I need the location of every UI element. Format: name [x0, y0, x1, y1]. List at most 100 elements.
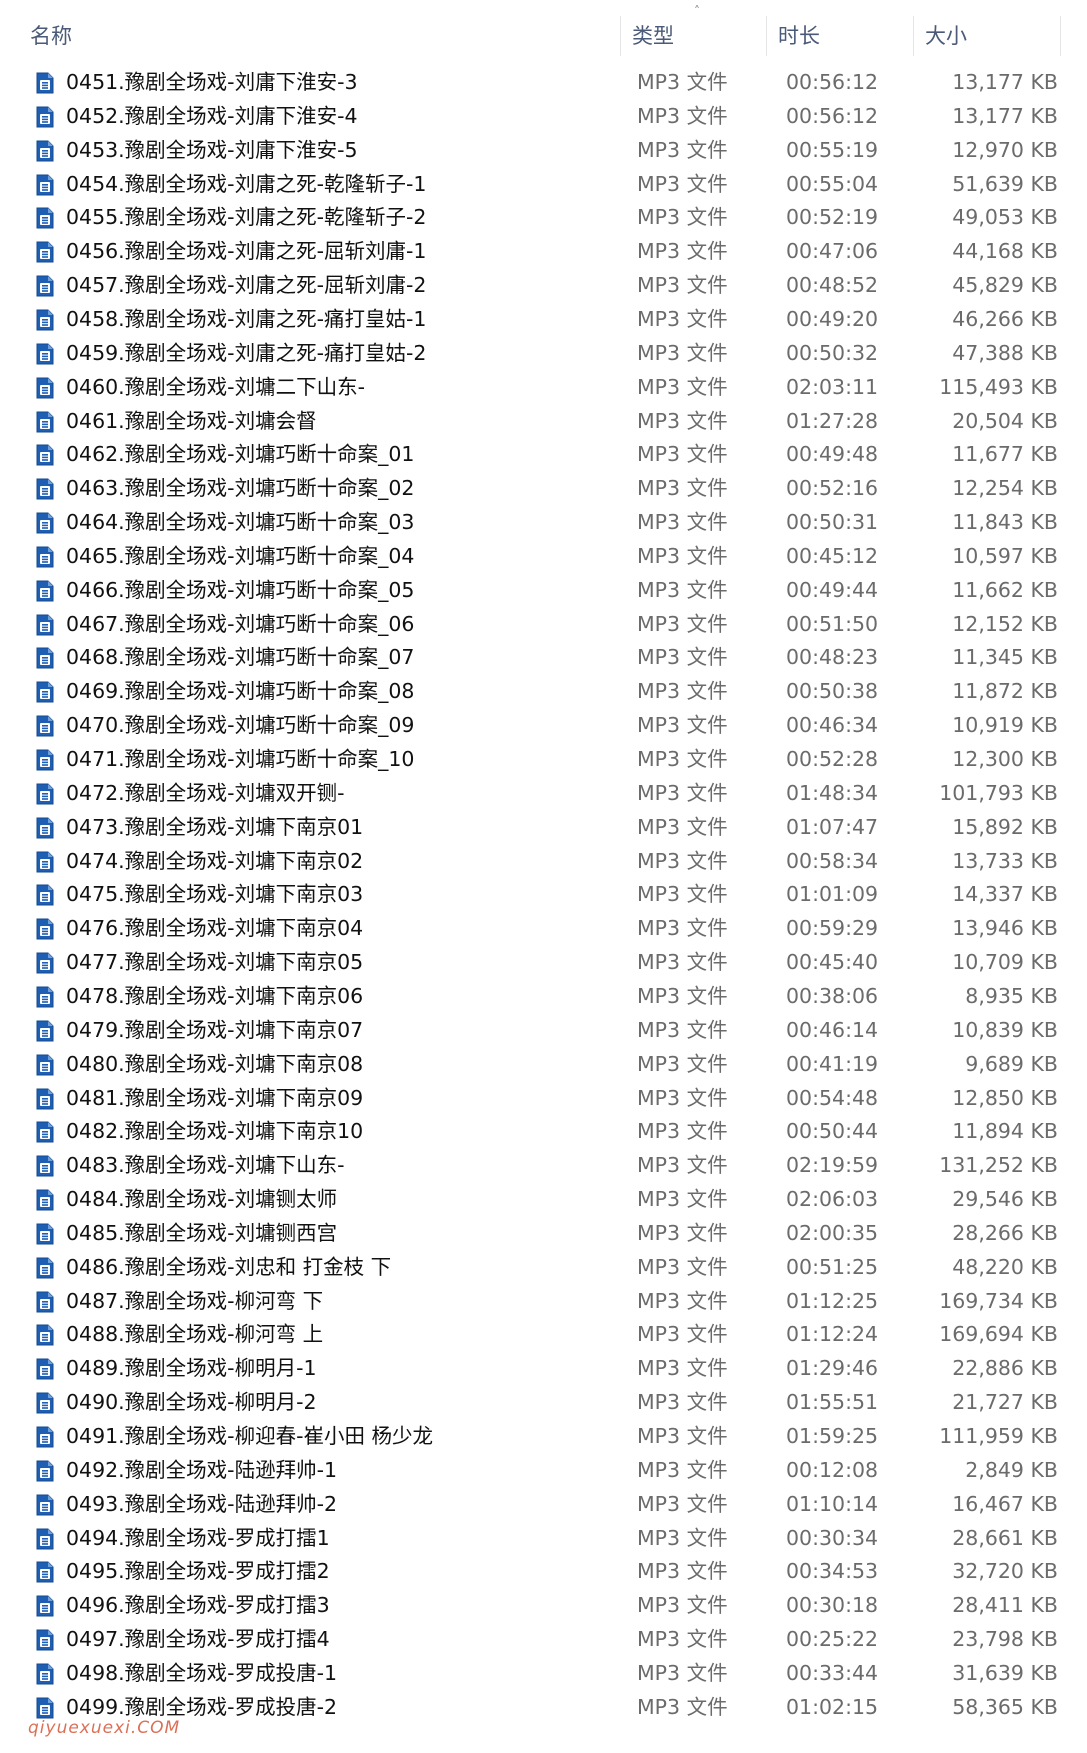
file-row[interactable]: 0484.豫剧全场戏-刘墉铡太师 MP3 文件 02:06:03 29,546 KB — [0, 1182, 1087, 1216]
file-name[interactable]: 0473.豫剧全场戏-刘墉下南京01 — [66, 810, 363, 844]
file-row[interactable]: 0482.豫剧全场戏-刘墉下南京10 MP3 文件 00:50:44 11,894 K… — [0, 1114, 1087, 1148]
file-name[interactable]: 0469.豫剧全场戏-刘墉巧断十命案_08 — [66, 674, 414, 708]
file-row[interactable]: 0485.豫剧全场戏-刘墉铡西宫 MP3 文件 02:00:35 28,266 KB — [0, 1216, 1087, 1250]
column-header-duration[interactable]: 时长 — [778, 18, 820, 54]
file-row[interactable]: 0495.豫剧全场戏-罗成打擂2 MP3 文件 00:34:53 32,720 KB — [0, 1554, 1087, 1588]
file-name[interactable]: 0483.豫剧全场戏-刘墉下山东- — [66, 1148, 344, 1182]
file-name[interactable]: 0485.豫剧全场戏-刘墉铡西宫 — [66, 1216, 337, 1250]
file-row[interactable]: 0470.豫剧全场戏-刘墉巧断十命案_09 MP3 文件 00:46:34 10,91… — [0, 708, 1087, 742]
column-divider[interactable] — [913, 16, 914, 56]
column-header-type[interactable]: 类型 — [632, 18, 674, 54]
file-name[interactable]: 0495.豫剧全场戏-罗成打擂2 — [66, 1554, 330, 1588]
file-row[interactable]: 0468.豫剧全场戏-刘墉巧断十命案_07 MP3 文件 00:48:23 11,34… — [0, 640, 1087, 674]
file-row[interactable]: 0475.豫剧全场戏-刘墉下南京03 MP3 文件 01:01:09 14,337 K… — [0, 877, 1087, 911]
file-name[interactable]: 0459.豫剧全场戏-刘庸之死-痛打皇姑-2 — [66, 336, 426, 370]
file-row[interactable]: 0458.豫剧全场戏-刘庸之死-痛打皇姑-1 MP3 文件 00:49:20 46,2… — [0, 302, 1087, 336]
file-name[interactable]: 0492.豫剧全场戏-陆逊拜帅-1 — [66, 1453, 337, 1487]
file-name[interactable]: 0486.豫剧全场戏-刘忠和 打金枝 下 — [66, 1250, 391, 1284]
file-row[interactable]: 0463.豫剧全场戏-刘墉巧断十命案_02 MP3 文件 00:52:16 12,25… — [0, 471, 1087, 505]
file-row[interactable]: 0497.豫剧全场戏-罗成打擂4 MP3 文件 00:25:22 23,798 KB — [0, 1622, 1087, 1656]
file-row[interactable]: 0473.豫剧全场戏-刘墉下南京01 MP3 文件 01:07:47 15,892 K… — [0, 810, 1087, 844]
file-name[interactable]: 0472.豫剧全场戏-刘墉双开铡- — [66, 776, 344, 810]
file-name[interactable]: 0470.豫剧全场戏-刘墉巧断十命案_09 — [66, 708, 414, 742]
file-row[interactable]: 0479.豫剧全场戏-刘墉下南京07 MP3 文件 00:46:14 10,839 K… — [0, 1013, 1087, 1047]
file-name[interactable]: 0476.豫剧全场戏-刘墉下南京04 — [66, 911, 363, 945]
file-row[interactable]: 0478.豫剧全场戏-刘墉下南京06 MP3 文件 00:38:06 8,935 KB — [0, 979, 1087, 1013]
file-row[interactable]: 0454.豫剧全场戏-刘庸之死-乾隆斩子-1 MP3 文件 00:55:04 51,6… — [0, 167, 1087, 201]
file-row[interactable]: 0471.豫剧全场戏-刘墉巧断十命案_10 MP3 文件 00:52:28 12,30… — [0, 742, 1087, 776]
file-name[interactable]: 0498.豫剧全场戏-罗成投唐-1 — [66, 1656, 337, 1690]
file-name[interactable]: 0466.豫剧全场戏-刘墉巧断十命案_05 — [66, 573, 414, 607]
column-divider[interactable] — [620, 16, 621, 56]
file-row[interactable]: 0467.豫剧全场戏-刘墉巧断十命案_06 MP3 文件 00:51:50 12,15… — [0, 607, 1087, 641]
file-row[interactable]: 0493.豫剧全场戏-陆逊拜帅-2 MP3 文件 01:10:14 16,467 KB — [0, 1487, 1087, 1521]
file-row[interactable]: 0464.豫剧全场戏-刘墉巧断十命案_03 MP3 文件 00:50:31 11,84… — [0, 505, 1087, 539]
file-name[interactable]: 0475.豫剧全场戏-刘墉下南京03 — [66, 877, 363, 911]
file-name[interactable]: 0494.豫剧全场戏-罗成打擂1 — [66, 1521, 330, 1555]
file-row[interactable]: 0472.豫剧全场戏-刘墉双开铡- MP3 文件 01:48:34 101,793 K… — [0, 776, 1087, 810]
file-row[interactable]: 0466.豫剧全场戏-刘墉巧断十命案_05 MP3 文件 00:49:44 11,66… — [0, 573, 1087, 607]
file-name[interactable]: 0453.豫剧全场戏-刘庸下淮安-5 — [66, 133, 358, 167]
file-row[interactable]: 0487.豫剧全场戏-柳河弯 下 MP3 文件 01:12:25 169,734 KB — [0, 1284, 1087, 1318]
file-row[interactable]: 0494.豫剧全场戏-罗成打擂1 MP3 文件 00:30:34 28,661 KB — [0, 1521, 1087, 1555]
file-name[interactable]: 0478.豫剧全场戏-刘墉下南京06 — [66, 979, 363, 1013]
file-row[interactable]: 0490.豫剧全场戏-柳明月-2 MP3 文件 01:55:51 21,727 KB — [0, 1385, 1087, 1419]
file-row[interactable]: 0452.豫剧全场戏-刘庸下淮安-4 MP3 文件 00:56:12 13,177 K… — [0, 99, 1087, 133]
file-name[interactable]: 0467.豫剧全场戏-刘墉巧断十命案_06 — [66, 607, 414, 641]
file-name[interactable]: 0461.豫剧全场戏-刘墉会督 — [66, 404, 317, 438]
file-row[interactable]: 0460.豫剧全场戏-刘墉二下山东- MP3 文件 02:03:11 115,493 … — [0, 370, 1087, 404]
file-row[interactable]: 0457.豫剧全场戏-刘庸之死-屈斩刘庸-2 MP3 文件 00:48:52 45,8… — [0, 268, 1087, 302]
file-name[interactable]: 0480.豫剧全场戏-刘墉下南京08 — [66, 1047, 363, 1081]
file-row[interactable]: 0492.豫剧全场戏-陆逊拜帅-1 MP3 文件 00:12:08 2,849 KB — [0, 1453, 1087, 1487]
file-row[interactable]: 0491.豫剧全场戏-柳迎春-崔小田 杨少龙 MP3 文件 01:59:25 111,… — [0, 1419, 1087, 1453]
file-row[interactable]: 0459.豫剧全场戏-刘庸之死-痛打皇姑-2 MP3 文件 00:50:32 47,3… — [0, 336, 1087, 370]
column-header-name[interactable]: 名称 — [30, 18, 72, 54]
file-row[interactable]: 0486.豫剧全场戏-刘忠和 打金枝 下 MP3 文件 00:51:25 48,220… — [0, 1250, 1087, 1284]
file-name[interactable]: 0487.豫剧全场戏-柳河弯 下 — [66, 1284, 323, 1318]
file-row[interactable]: 0474.豫剧全场戏-刘墉下南京02 MP3 文件 00:58:34 13,733 K… — [0, 844, 1087, 878]
file-row[interactable]: 0462.豫剧全场戏-刘墉巧断十命案_01 MP3 文件 00:49:48 11,67… — [0, 437, 1087, 471]
column-header-size[interactable]: 大小 — [925, 18, 967, 54]
file-name[interactable]: 0471.豫剧全场戏-刘墉巧断十命案_10 — [66, 742, 414, 776]
file-row[interactable]: 0480.豫剧全场戏-刘墉下南京08 MP3 文件 00:41:19 9,689 KB — [0, 1047, 1087, 1081]
file-row[interactable]: 0456.豫剧全场戏-刘庸之死-屈斩刘庸-1 MP3 文件 00:47:06 44,1… — [0, 234, 1087, 268]
file-name[interactable]: 0493.豫剧全场戏-陆逊拜帅-2 — [66, 1487, 337, 1521]
file-row[interactable]: 0477.豫剧全场戏-刘墉下南京05 MP3 文件 00:45:40 10,709 K… — [0, 945, 1087, 979]
file-name[interactable]: 0481.豫剧全场戏-刘墉下南京09 — [66, 1081, 363, 1115]
file-row[interactable]: 0489.豫剧全场戏-柳明月-1 MP3 文件 01:29:46 22,886 KB — [0, 1351, 1087, 1385]
file-name[interactable]: 0490.豫剧全场戏-柳明月-2 — [66, 1385, 317, 1419]
file-row[interactable]: 0465.豫剧全场戏-刘墉巧断十命案_04 MP3 文件 00:45:12 10,59… — [0, 539, 1087, 573]
file-name[interactable]: 0497.豫剧全场戏-罗成打擂4 — [66, 1622, 330, 1656]
file-name[interactable]: 0455.豫剧全场戏-刘庸之死-乾隆斩子-2 — [66, 200, 426, 234]
file-row[interactable]: 0481.豫剧全场戏-刘墉下南京09 MP3 文件 00:54:48 12,850 K… — [0, 1081, 1087, 1115]
file-name[interactable]: 0462.豫剧全场戏-刘墉巧断十命案_01 — [66, 437, 414, 471]
file-row[interactable]: 0496.豫剧全场戏-罗成打擂3 MP3 文件 00:30:18 28,411 KB — [0, 1588, 1087, 1622]
file-name[interactable]: 0454.豫剧全场戏-刘庸之死-乾隆斩子-1 — [66, 167, 426, 201]
file-name[interactable]: 0465.豫剧全场戏-刘墉巧断十命案_04 — [66, 539, 414, 573]
file-name[interactable]: 0484.豫剧全场戏-刘墉铡太师 — [66, 1182, 337, 1216]
file-name[interactable]: 0457.豫剧全场戏-刘庸之死-屈斩刘庸-2 — [66, 268, 426, 302]
file-name[interactable]: 0463.豫剧全场戏-刘墉巧断十命案_02 — [66, 471, 414, 505]
file-name[interactable]: 0460.豫剧全场戏-刘墉二下山东- — [66, 370, 365, 404]
file-row[interactable]: 0453.豫剧全场戏-刘庸下淮安-5 MP3 文件 00:55:19 12,970 K… — [0, 133, 1087, 167]
file-row[interactable]: 0488.豫剧全场戏-柳河弯 上 MP3 文件 01:12:24 169,694 KB — [0, 1317, 1087, 1351]
file-name[interactable]: 0479.豫剧全场戏-刘墉下南京07 — [66, 1013, 363, 1047]
file-row[interactable]: 0451.豫剧全场戏-刘庸下淮安-3 MP3 文件 00:56:12 13,177 K… — [0, 65, 1087, 99]
file-name[interactable]: 0456.豫剧全场戏-刘庸之死-屈斩刘庸-1 — [66, 234, 426, 268]
file-name[interactable]: 0489.豫剧全场戏-柳明月-1 — [66, 1351, 317, 1385]
file-name[interactable]: 0464.豫剧全场戏-刘墉巧断十命案_03 — [66, 505, 414, 539]
file-row[interactable]: 0469.豫剧全场戏-刘墉巧断十命案_08 MP3 文件 00:50:38 11,87… — [0, 674, 1087, 708]
file-name[interactable]: 0451.豫剧全场戏-刘庸下淮安-3 — [66, 65, 358, 99]
file-name[interactable]: 0496.豫剧全场戏-罗成打擂3 — [66, 1588, 330, 1622]
file-name[interactable]: 0452.豫剧全场戏-刘庸下淮安-4 — [66, 99, 358, 133]
column-divider[interactable] — [766, 16, 767, 56]
file-row[interactable]: 0498.豫剧全场戏-罗成投唐-1 MP3 文件 00:33:44 31,639 KB — [0, 1656, 1087, 1690]
file-row[interactable]: 0483.豫剧全场戏-刘墉下山东- MP3 文件 02:19:59 131,252 K… — [0, 1148, 1087, 1182]
file-name[interactable]: 0458.豫剧全场戏-刘庸之死-痛打皇姑-1 — [66, 302, 426, 336]
file-name[interactable]: 0468.豫剧全场戏-刘墉巧断十命案_07 — [66, 640, 414, 674]
file-row[interactable]: 0476.豫剧全场戏-刘墉下南京04 MP3 文件 00:59:29 13,946 K… — [0, 911, 1087, 945]
file-name[interactable]: 0482.豫剧全场戏-刘墉下南京10 — [66, 1114, 363, 1148]
file-row[interactable]: 0461.豫剧全场戏-刘墉会督 MP3 文件 01:27:28 20,504 KB — [0, 404, 1087, 438]
file-name[interactable]: 0474.豫剧全场戏-刘墉下南京02 — [66, 844, 363, 878]
file-row[interactable]: 0455.豫剧全场戏-刘庸之死-乾隆斩子-2 MP3 文件 00:52:19 49,0… — [0, 200, 1087, 234]
